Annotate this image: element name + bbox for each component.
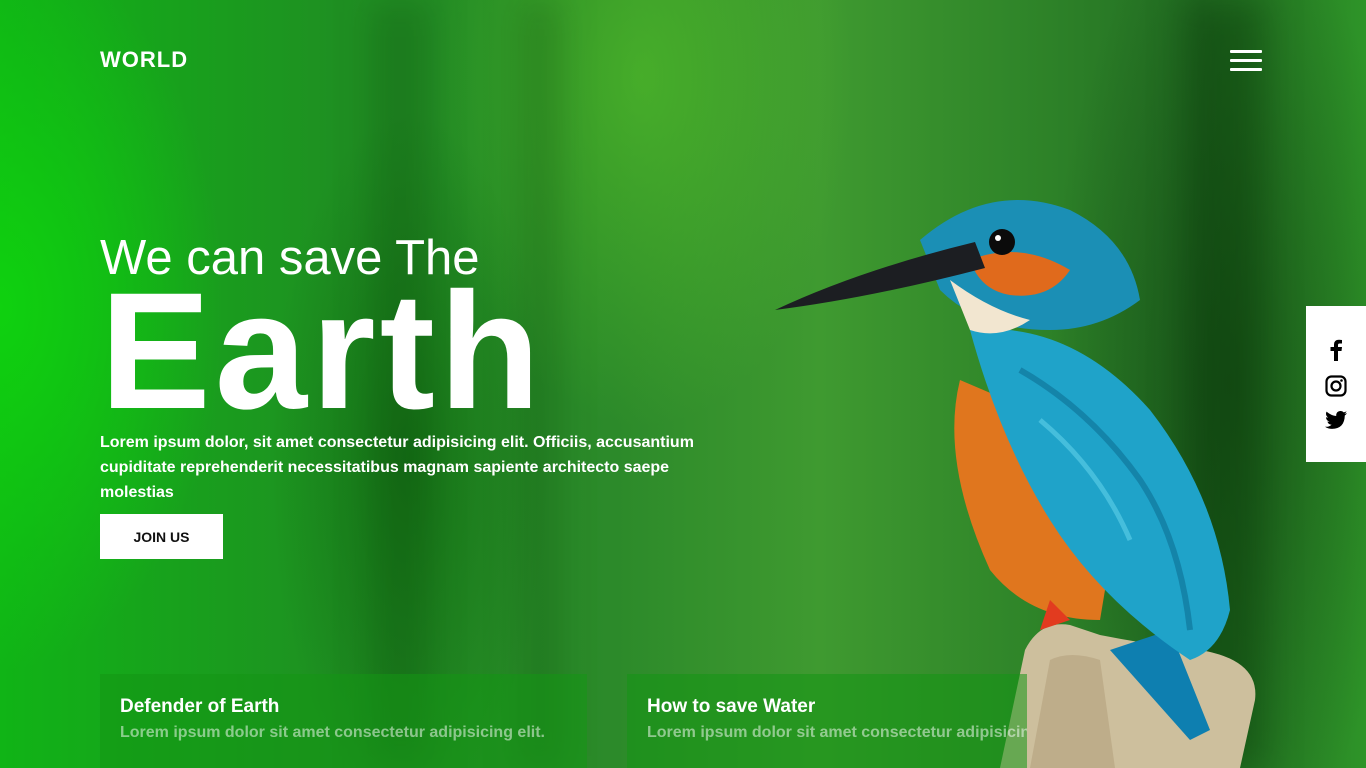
- card-title: Defender of Earth: [120, 696, 280, 717]
- site-logo[interactable]: WORLD: [100, 47, 188, 73]
- card-text: Lorem ipsum dolor sit amet consectetur a…: [647, 724, 1027, 741]
- card-text: Lorem ipsum dolor sit amet consectetur a…: [120, 724, 545, 741]
- facebook-icon[interactable]: [1328, 339, 1344, 361]
- twitter-icon[interactable]: [1325, 411, 1347, 429]
- card-how-to-save-water[interactable]: How to save Water Lorem ipsum dolor sit …: [627, 674, 1027, 768]
- join-us-button[interactable]: JOIN US: [100, 514, 223, 559]
- social-links: [1306, 306, 1366, 462]
- hero-title: Earth: [100, 259, 545, 444]
- hamburger-menu-icon[interactable]: [1230, 50, 1262, 72]
- card-title: How to save Water: [647, 696, 816, 717]
- hero-description: Lorem ipsum dolor, sit amet consectetur …: [100, 434, 694, 501]
- card-defender-of-earth[interactable]: Defender of Earth Lorem ipsum dolor sit …: [100, 674, 587, 768]
- instagram-icon[interactable]: [1325, 375, 1347, 397]
